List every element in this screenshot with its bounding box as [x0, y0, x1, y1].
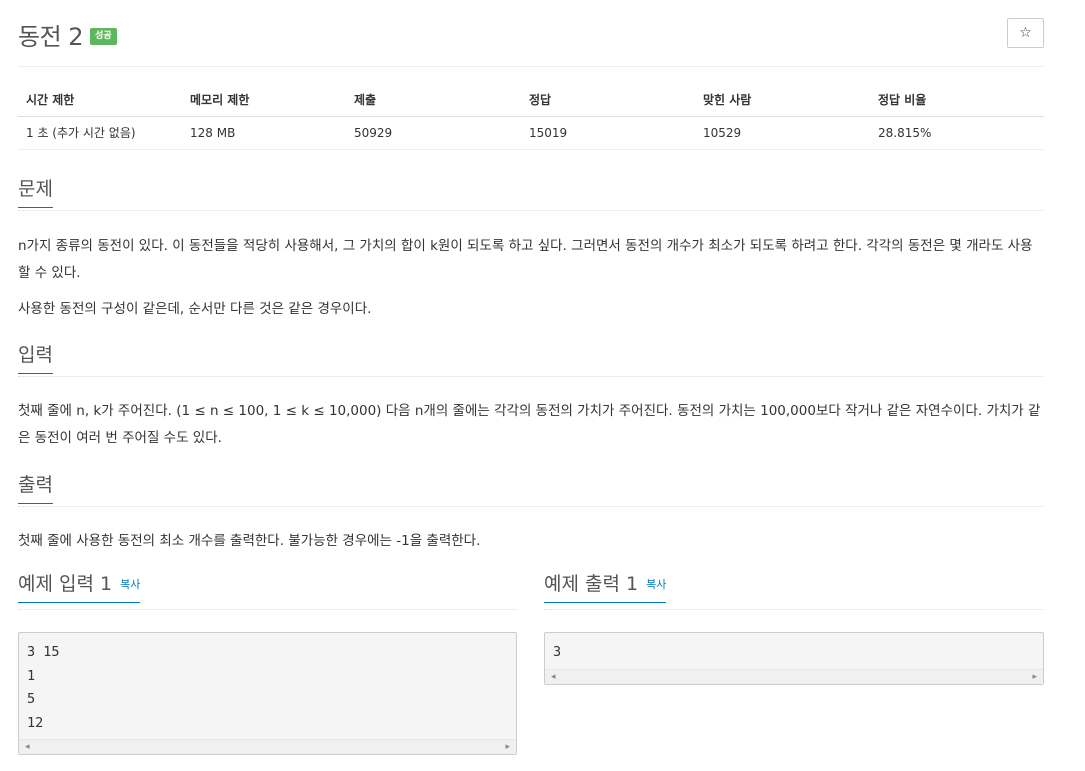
sample-input-column: 예제 입력 1 복사 3 15 1 5 12 ◂ ▸ [18, 575, 517, 755]
info-memory-limit: 128 MB [182, 116, 346, 150]
info-accepted: 15019 [521, 116, 695, 150]
problem-heading: 문제 [18, 180, 53, 208]
table-row: 1 초 (추가 시간 없음) 128 MB 50929 15019 10529 … [18, 116, 1044, 150]
sample-output-header: 예제 출력 1 복사 [544, 575, 1044, 610]
sample-output-line: 3 [553, 644, 562, 660]
info-solved-users: 10529 [695, 116, 870, 150]
info-header-submissions: 제출 [346, 84, 521, 117]
sample-output-scrollbar[interactable]: ◂ ▸ [545, 668, 1043, 684]
sample-input-header: 예제 입력 1 복사 [18, 575, 517, 610]
info-table-header-row: 시간 제한 메모리 제한 제출 정답 맞힌 사람 정답 비율 [18, 84, 1044, 117]
output-heading: 출력 [18, 476, 53, 504]
star-button[interactable]: ☆ [1007, 18, 1044, 48]
info-submissions: 50929 [346, 116, 521, 150]
sample-input-scrollbar[interactable]: ◂ ▸ [19, 739, 516, 754]
info-header-solved-users: 맞힌 사람 [695, 84, 870, 117]
sample-output-heading: 예제 출력 1 복사 [544, 575, 667, 603]
scroll-left-icon[interactable]: ◂ [551, 672, 556, 682]
input-description: 첫째 줄에 n, k가 주어진다. (1 ≤ n ≤ 100, 1 ≤ k ≤ … [18, 403, 1041, 446]
output-section-header: 출력 [18, 476, 1044, 507]
info-header-time-limit: 시간 제한 [18, 84, 182, 117]
title-row: 동전 2 성공 [18, 17, 117, 51]
problem-description-1: n가지 종류의 동전이 있다. 이 동전들을 적당히 사용해서, 그 가치의 합… [18, 238, 1033, 281]
copy-sample-output-link[interactable]: 복사 [646, 578, 666, 591]
sample-input-box[interactable]: 3 15 1 5 12 ◂ ▸ [18, 632, 517, 755]
input-section-header: 입력 [18, 346, 1044, 377]
info-header-memory-limit: 메모리 제한 [182, 84, 346, 117]
problem-page: 동전 2 성공 ☆ 시간 제한 메모리 제한 제출 정답 맞힌 사람 정답 비율… [18, 0, 1044, 771]
info-ratio: 28.815% [870, 116, 1044, 150]
sample-output-box[interactable]: 3 ◂ ▸ [544, 632, 1044, 685]
sample-output-column: 예제 출력 1 복사 3 ◂ ▸ [544, 575, 1044, 685]
info-header-accepted: 정답 [521, 84, 695, 117]
scroll-left-icon[interactable]: ◂ [25, 742, 30, 752]
info-time-limit: 1 초 (추가 시간 없음) [18, 116, 182, 150]
info-header-ratio: 정답 비율 [870, 84, 1044, 117]
sample-input-heading: 예제 입력 1 복사 [18, 575, 141, 603]
sample-input-line: 1 [27, 667, 36, 684]
input-heading: 입력 [18, 346, 53, 374]
header-divider [18, 66, 1044, 67]
star-icon: ☆ [1019, 25, 1032, 41]
problem-description-2: 사용한 동전의 구성이 같은데, 순서만 다른 것은 같은 경우이다. [18, 301, 372, 317]
scroll-right-icon[interactable]: ▸ [505, 742, 510, 752]
problem-title: 동전 2 [18, 22, 84, 51]
scroll-right-icon[interactable]: ▸ [1032, 672, 1037, 682]
problem-section-header: 문제 [18, 180, 1044, 211]
problem-info-table: 시간 제한 메모리 제한 제출 정답 맞힌 사람 정답 비율 1 초 (추가 시… [18, 84, 1044, 150]
result-badge: 성공 [90, 27, 117, 45]
copy-sample-input-link[interactable]: 복사 [120, 578, 140, 591]
sample-input-line: 5 [27, 691, 36, 707]
output-description: 첫째 줄에 사용한 동전의 최소 개수를 출력한다. 불가능한 경우에는 -1을… [18, 533, 481, 549]
sample-input-line: 3 15 [27, 644, 60, 660]
sample-input-line: 12 [27, 714, 44, 731]
